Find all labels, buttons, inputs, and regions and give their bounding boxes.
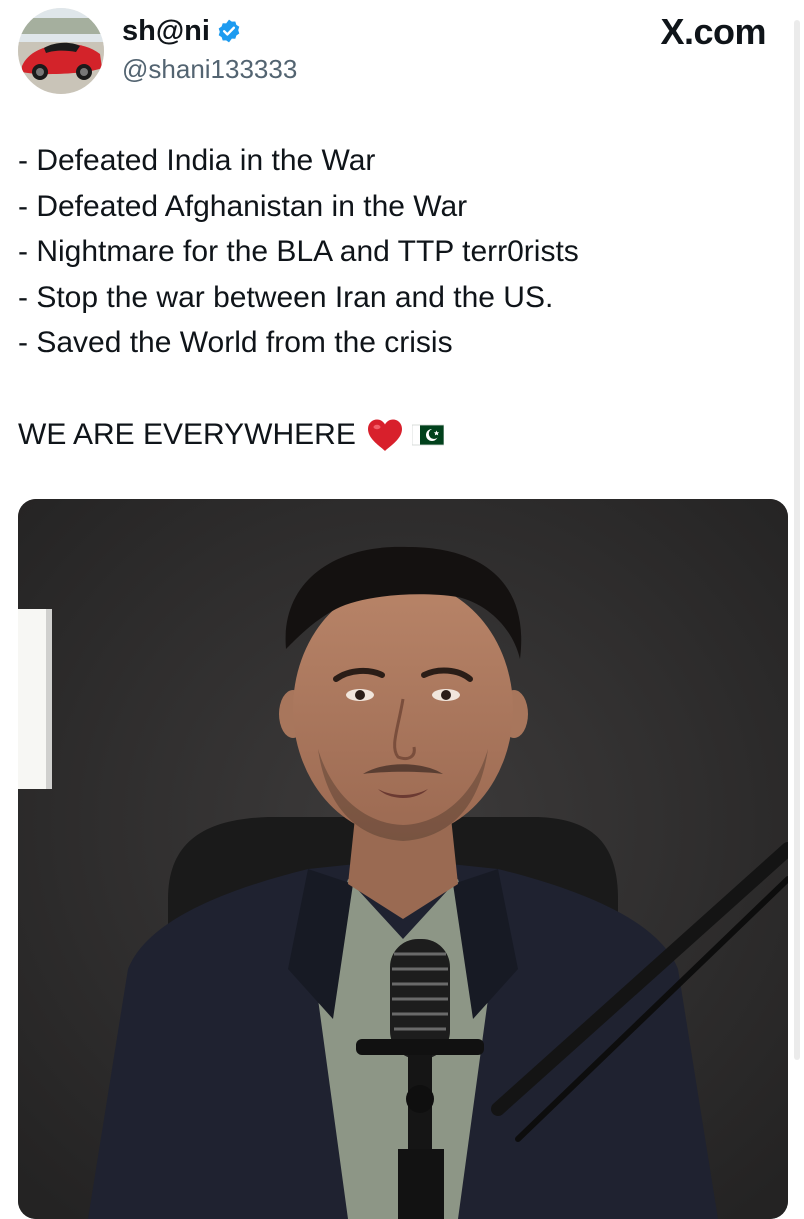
tweet-line: - Defeated India in the War — [18, 144, 376, 177]
tweet-card: sh@ni @shani133333 X.com - Defeated Indi… — [0, 0, 804, 1219]
display-name-row: sh@ni — [122, 14, 297, 48]
tweet-line: - Stop the war between Iran and the US. — [18, 280, 554, 314]
tagline: WE ARE EVERYWHERE — [18, 418, 356, 451]
tagline-row: WE ARE EVERYWHERE — [18, 412, 444, 458]
video-frame-image — [18, 499, 788, 1219]
red-sports-car-avatar-icon — [18, 8, 104, 94]
avatar[interactable] — [18, 8, 104, 94]
tweet-media-video[interactable] — [18, 499, 788, 1219]
author-handle[interactable]: @shani133333 — [122, 52, 297, 86]
pakistan-flag-icon — [411, 424, 444, 446]
red-heart-icon — [367, 419, 402, 451]
site-logo[interactable]: X.com — [660, 10, 766, 54]
tweet-line: - Saved the World from the crisis — [18, 326, 453, 359]
tweet-line: - Defeated Afghanistan in the War — [18, 189, 468, 223]
verified-badge-icon[interactable] — [216, 18, 242, 44]
scrollbar[interactable] — [794, 20, 800, 1060]
author-names: sh@ni @shani133333 — [122, 14, 297, 86]
tweet-text: - Defeated India in the War - Defeated A… — [18, 138, 778, 366]
display-name[interactable]: sh@ni — [122, 14, 210, 48]
tweet-header: sh@ni @shani133333 X.com — [18, 8, 788, 94]
tweet-line: - Nightmare for the BLA and TTP terr0ris… — [18, 235, 579, 268]
